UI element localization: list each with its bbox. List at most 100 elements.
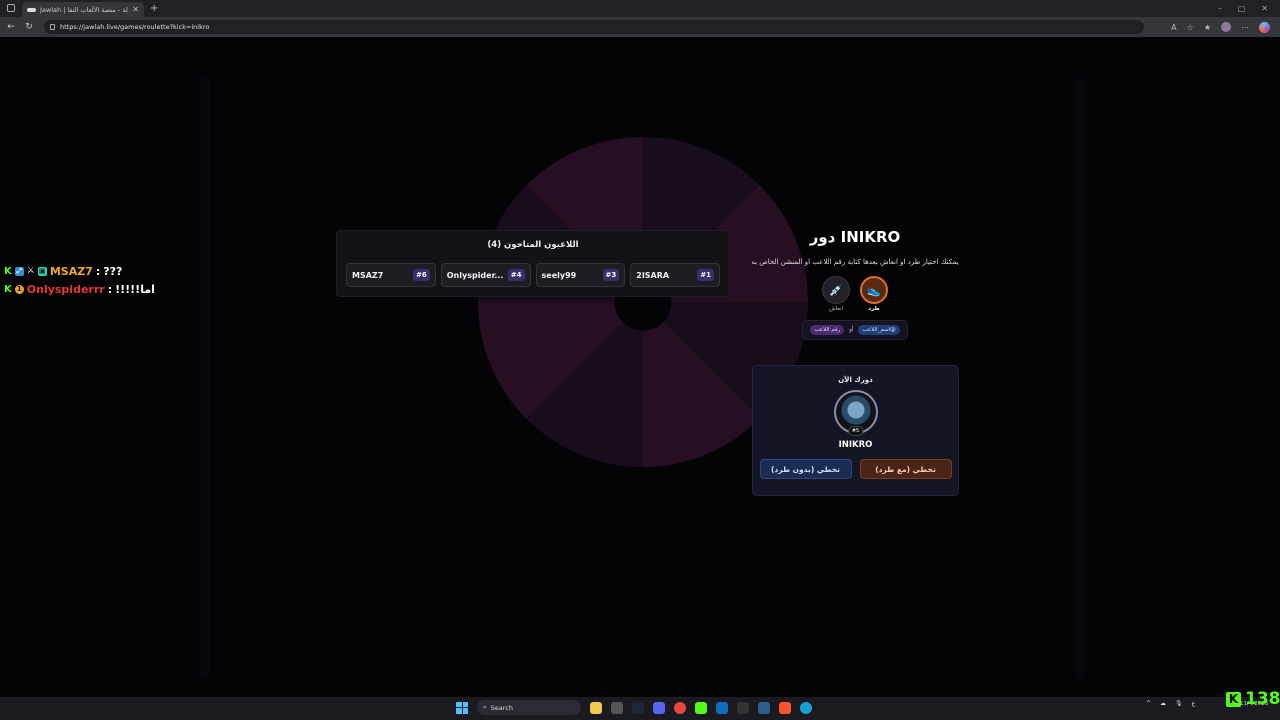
page-viewport bbox=[0, 37, 1280, 697]
copilot-icon[interactable] bbox=[1259, 21, 1270, 33]
player-number: #3 bbox=[602, 269, 620, 281]
discord-icon[interactable] bbox=[653, 701, 665, 714]
kick-icon[interactable]: 👟 bbox=[860, 276, 888, 304]
kick-badge-icon: K bbox=[4, 265, 12, 277]
player-card[interactable]: #1 2ISARA bbox=[630, 263, 720, 287]
chat-separator: : bbox=[107, 282, 113, 296]
player-avatar: #5 bbox=[833, 390, 878, 436]
language-indicator[interactable]: ع bbox=[1192, 700, 1196, 707]
avatar-number: #5 bbox=[847, 426, 864, 436]
subscriber-badge-icon: ▣ bbox=[37, 266, 47, 276]
revive-label: انعاش bbox=[828, 306, 844, 312]
your-turn-label: دورك الآن bbox=[838, 376, 873, 384]
minimize-icon[interactable]: – bbox=[1218, 4, 1222, 13]
back-icon[interactable]: ← bbox=[4, 22, 18, 32]
window-controls: – ▢ ✕ bbox=[1218, 4, 1268, 13]
available-players-panel: اللاعبون المتاحون (4) #1 2ISARA #3 seely… bbox=[336, 230, 730, 297]
system-tray: ^ ☁ 🎙 ع bbox=[1146, 700, 1195, 707]
player-name: MSAZ7 bbox=[352, 270, 384, 280]
turn-description: يمكنك اختيار طرد او انعاش بعدها كتابة رق… bbox=[751, 258, 959, 266]
player-number: #4 bbox=[507, 269, 525, 281]
url-field[interactable]: https://jawlah.live/games/roulette?kick=… bbox=[44, 20, 1144, 34]
new-tab-button[interactable]: + bbox=[150, 3, 158, 14]
background-panel-left bbox=[200, 77, 210, 677]
skip-without-kick-button[interactable]: تخطي (بدون طرد) bbox=[759, 459, 852, 479]
favorites-icon[interactable]: ★ bbox=[1204, 23, 1211, 32]
chat-overlay: K ⤢ ⚔ ▣ MSAZ7 : ??? K 1 Onlyspiderrr : !… bbox=[4, 262, 155, 298]
microphone-icon[interactable]: 🎙 bbox=[1175, 700, 1183, 707]
close-tab-icon[interactable]: ✕ bbox=[132, 5, 139, 14]
background-panel-right bbox=[1075, 77, 1085, 677]
app-icon[interactable] bbox=[611, 701, 623, 714]
kick-label: طرد bbox=[868, 306, 880, 312]
turn-title: دور INIKRO bbox=[809, 228, 901, 246]
current-player-name: INIKRO bbox=[838, 440, 873, 450]
kick-logo-icon: K bbox=[1226, 691, 1241, 707]
epic-games-icon[interactable] bbox=[737, 701, 749, 714]
edge-icon[interactable] bbox=[800, 701, 812, 714]
tab-actions-icon[interactable] bbox=[7, 4, 15, 12]
viewer-count: 138 bbox=[1245, 689, 1280, 709]
syringe-icon[interactable]: 💉 bbox=[822, 276, 850, 304]
action-choices: 💉 انعاش 👟 طرد bbox=[750, 276, 960, 312]
player-card[interactable]: #3 seely99 bbox=[535, 263, 626, 287]
taskbar-apps: ⌕ Search bbox=[456, 700, 812, 715]
kick-action[interactable]: 👟 طرد bbox=[860, 276, 888, 312]
chat-text: !!!!!اما bbox=[115, 282, 155, 296]
mention-chip: @اسم_اللاعب bbox=[858, 325, 900, 335]
current-turn-card: دورك الآن #5 INIKRO تخطي (مع طرد) تخطي (… bbox=[752, 365, 959, 496]
players-heading: اللاعبون المتاحون (4) bbox=[487, 240, 579, 250]
toolbar-icons: A ☆ ★ ⋯ bbox=[1171, 21, 1270, 33]
input-hint: @اسم_اللاعب أو رقم اللاعب bbox=[802, 320, 908, 340]
search-icon: ⌕ bbox=[483, 703, 487, 711]
steam-icon[interactable] bbox=[632, 701, 644, 714]
search-placeholder: Search bbox=[490, 703, 513, 712]
windows-taskbar: ⌕ Search ^ ☁ 🎙 ع 11/4/2025 bbox=[0, 697, 1280, 720]
revive-action[interactable]: 💉 انعاش bbox=[822, 276, 850, 312]
player-list: #1 2ISARA #3 seely99 #4 Onlyspider... #6… bbox=[346, 263, 720, 287]
file-explorer-icon[interactable] bbox=[590, 701, 602, 714]
address-bar-row: ← ↻ https://jawlah.live/games/roulette?k… bbox=[0, 17, 1280, 37]
gift-badge-icon: 1 bbox=[14, 284, 24, 294]
chat-username: Onlyspiderrr bbox=[26, 282, 105, 296]
taskbar-search[interactable]: ⌕ Search bbox=[477, 700, 581, 715]
site-info-icon[interactable] bbox=[50, 24, 55, 30]
chat-separator: : bbox=[95, 264, 101, 278]
chat-message: K 1 Onlyspiderrr : !!!!!اما bbox=[4, 280, 155, 298]
player-number: #1 bbox=[697, 269, 714, 281]
tab-title: Jawlah | جولة - منصة الألعاب التفا bbox=[40, 5, 128, 14]
app-icon[interactable] bbox=[758, 701, 770, 714]
kick-app-icon[interactable] bbox=[695, 701, 707, 714]
player-name: Onlyspider... bbox=[446, 270, 504, 280]
site-favicon-icon bbox=[27, 7, 36, 12]
player-card[interactable]: #6 MSAZ7 bbox=[346, 263, 436, 287]
browser-titlebar: Jawlah | جولة - منصة الألعاب التفا ✕ + –… bbox=[0, 0, 1280, 17]
player-name: seely99 bbox=[541, 270, 577, 280]
maximize-icon[interactable]: ▢ bbox=[1238, 4, 1246, 13]
reload-icon[interactable]: ↻ bbox=[22, 22, 36, 32]
tray-chevron-icon[interactable]: ^ bbox=[1146, 700, 1151, 707]
close-window-icon[interactable]: ✕ bbox=[1261, 4, 1268, 13]
read-aloud-icon[interactable]: A bbox=[1171, 23, 1176, 32]
app-icon[interactable] bbox=[716, 701, 728, 714]
brave-icon[interactable] bbox=[779, 701, 791, 714]
chat-message: K ⤢ ⚔ ▣ MSAZ7 : ??? bbox=[4, 262, 155, 280]
hint-or: أو bbox=[849, 327, 854, 333]
favorite-star-icon[interactable]: ☆ bbox=[1187, 23, 1194, 32]
chrome-icon[interactable] bbox=[674, 701, 686, 714]
skip-with-kick-button[interactable]: تخطي (مع طرد) bbox=[859, 459, 952, 479]
player-number: #6 bbox=[413, 269, 430, 281]
profile-avatar[interactable] bbox=[1221, 22, 1231, 32]
skip-buttons: تخطي (مع طرد) تخطي (بدون طرد) bbox=[753, 459, 958, 479]
turn-panel: دور INIKRO يمكنك اختيار طرد او انعاش بعد… bbox=[750, 224, 960, 340]
chat-text: ??? bbox=[103, 264, 123, 278]
player-name: 2ISARA bbox=[636, 270, 670, 280]
kick-badge-icon: K bbox=[4, 283, 12, 295]
onedrive-icon[interactable]: ☁ bbox=[1160, 700, 1166, 707]
browser-tab[interactable]: Jawlah | جولة - منصة الألعاب التفا ✕ bbox=[22, 2, 144, 17]
more-menu-icon[interactable]: ⋯ bbox=[1241, 23, 1249, 32]
start-button-icon[interactable] bbox=[456, 701, 468, 714]
chat-username: MSAZ7 bbox=[49, 264, 93, 278]
kick-viewer-counter: K 138 bbox=[1226, 689, 1280, 709]
player-card[interactable]: #4 Onlyspider... bbox=[440, 263, 531, 287]
